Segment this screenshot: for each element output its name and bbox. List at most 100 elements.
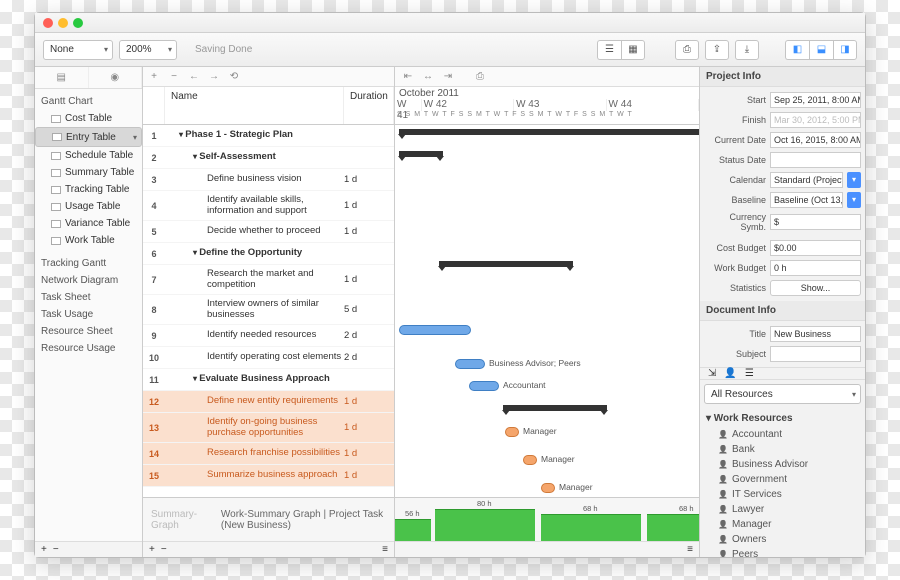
bar-task8[interactable] (399, 325, 471, 335)
sidebar-table-7[interactable]: Work Table (35, 232, 142, 249)
baseline-picker[interactable]: ▾ (847, 192, 861, 208)
task-row-10[interactable]: 10Identify operating cost elements2 d (143, 347, 394, 369)
title-field[interactable]: New Business (770, 326, 861, 342)
resource-8[interactable]: Peers (700, 547, 865, 557)
resource-filter-select[interactable]: All Resources (704, 384, 861, 404)
task-row-11[interactable]: 11Evaluate Business Approach (143, 369, 394, 391)
remove-view-button[interactable]: − (53, 544, 59, 555)
calendar-picker[interactable]: ▾ (847, 172, 861, 188)
goto-start-button[interactable]: ⇤ (401, 71, 415, 82)
task-row-8[interactable]: 8Interview owners of similar businesses5… (143, 295, 394, 325)
task-row-13[interactable]: 13Identify on-going business purchase op… (143, 413, 394, 443)
bottom-panel-toggle[interactable]: ⬓ (809, 40, 833, 60)
gantt-menu-button[interactable]: ≡ (687, 544, 693, 555)
resource-1[interactable]: Bank (700, 442, 865, 457)
sidebar-table-5[interactable]: Usage Table (35, 198, 142, 215)
bar-task9[interactable] (455, 359, 485, 369)
goto-today-button[interactable]: ↔ (421, 71, 435, 82)
bar-task10[interactable] (469, 381, 499, 391)
inspector-tab-2[interactable]: 👤 (724, 368, 736, 379)
export-button[interactable]: ⤓ (735, 40, 759, 60)
zoom-icon[interactable] (73, 18, 83, 28)
remove-task-button[interactable]: − (167, 71, 181, 82)
sidebar-table-4[interactable]: Tracking Table (35, 181, 142, 198)
sidebar-view-3[interactable]: Task Usage (35, 306, 142, 323)
inspector-tab-3[interactable]: ☰ (745, 368, 754, 379)
baseline-field[interactable]: Baseline (Oct 13, 20... (770, 192, 843, 208)
subject-field[interactable] (770, 346, 861, 362)
col-duration[interactable]: Duration (344, 87, 394, 124)
print-button[interactable]: ⎙ (675, 40, 699, 60)
share-button[interactable]: ⇪ (705, 40, 729, 60)
grid-remove-button[interactable]: − (161, 544, 167, 555)
task-row-15[interactable]: 15Summarize business approach1 d (143, 465, 394, 487)
resource-7[interactable]: Owners (700, 532, 865, 547)
bar-self-assessment[interactable] (399, 151, 443, 157)
bar-phase1[interactable] (399, 129, 699, 135)
outdent-button[interactable]: ← (187, 71, 201, 82)
close-icon[interactable] (43, 18, 53, 28)
summary-bar-label-0: 56 h (405, 509, 420, 518)
task-row-7[interactable]: 7Research the market and competition1 d (143, 265, 394, 295)
bar-task14[interactable] (541, 483, 555, 493)
bar-task12[interactable] (505, 427, 519, 437)
task-row-9[interactable]: 9Identify needed resources2 d (143, 325, 394, 347)
col-name[interactable]: Name (165, 87, 344, 124)
resource-6[interactable]: Manager (700, 517, 865, 532)
resource-5[interactable]: Lawyer (700, 502, 865, 517)
sidebar-view-2[interactable]: Task Sheet (35, 289, 142, 306)
task-row-5[interactable]: 5Decide whether to proceed1 d (143, 221, 394, 243)
task-row-6[interactable]: 6Define the Opportunity (143, 243, 394, 265)
task-row-1[interactable]: 1Phase 1 - Strategic Plan (143, 125, 394, 147)
left-panel-toggle[interactable]: ◧ (785, 40, 809, 60)
sidebar-table-6[interactable]: Variance Table (35, 215, 142, 232)
calendar-view-button[interactable]: ▦ (621, 40, 645, 60)
grid-menu-button[interactable]: ≡ (382, 544, 388, 555)
task-row-3[interactable]: 3Define business vision1 d (143, 169, 394, 191)
task-row-14[interactable]: 14Research franchise possibilities1 d (143, 443, 394, 465)
right-panel-toggle[interactable]: ◨ (833, 40, 857, 60)
resource-3[interactable]: Government (700, 472, 865, 487)
sidebar-table-0[interactable]: Cost Table (35, 110, 142, 127)
resource-4[interactable]: IT Services (700, 487, 865, 502)
current-date-field[interactable]: Oct 16, 2015, 8:00 AM (770, 132, 861, 148)
currency-field[interactable]: $ (770, 214, 861, 230)
task-row-12[interactable]: 12Define new entity requirements1 d (143, 391, 394, 413)
sidebar-table-1[interactable]: Entry Table (35, 127, 142, 147)
task-row-4[interactable]: 4Identify available skills, information … (143, 191, 394, 221)
resources-header[interactable]: ▾ Work Resources (700, 410, 865, 427)
list-view-button[interactable]: ☰ (597, 40, 621, 60)
calendar-field[interactable]: Standard (Project-C... (770, 172, 843, 188)
sidebar-table-3[interactable]: Summary Table (35, 164, 142, 181)
inspector-tab-1[interactable]: ⇲ (708, 368, 716, 379)
goto-end-button[interactable]: ⇥ (441, 71, 455, 82)
resource-2[interactable]: Business Advisor (700, 457, 865, 472)
statistics-button[interactable]: Show... (770, 280, 861, 296)
add-view-button[interactable]: + (41, 544, 47, 555)
task-row-2[interactable]: 2Self-Assessment (143, 147, 394, 169)
indent-button[interactable]: → (207, 71, 221, 82)
resource-0[interactable]: Accountant (700, 427, 865, 442)
work-budget-field[interactable]: 0 h (770, 260, 861, 276)
sidebar-view-5[interactable]: Resource Usage (35, 340, 142, 357)
nav-tab-views[interactable]: ▤ (35, 67, 89, 88)
sidebar-view-1[interactable]: Network Diagram (35, 272, 142, 289)
bar-task13[interactable] (523, 455, 537, 465)
zoom-select[interactable]: 200% (119, 40, 177, 60)
sidebar-view-4[interactable]: Resource Sheet (35, 323, 142, 340)
minimize-icon[interactable] (58, 18, 68, 28)
bar-evaluate[interactable] (503, 405, 607, 411)
link-tasks-button[interactable]: ⟲ (227, 71, 241, 82)
view-select[interactable]: None (43, 40, 113, 60)
bar-opportunity[interactable] (439, 261, 573, 267)
sidebar-table-2[interactable]: Schedule Table (35, 147, 142, 164)
status-date-field[interactable] (770, 152, 861, 168)
start-field[interactable]: Sep 25, 2011, 8:00 AM (770, 92, 861, 108)
add-task-button[interactable]: + (147, 71, 161, 82)
nav-tab-filter[interactable]: ◉ (89, 67, 143, 88)
sidebar-view-0[interactable]: Tracking Gantt (35, 255, 142, 272)
gantt-print-button[interactable]: ⎙ (473, 71, 487, 82)
gantt-canvas[interactable]: OwnersBusiness Advisor; PeersAccountantM… (395, 125, 699, 497)
cost-budget-field[interactable]: $0.00 (770, 240, 861, 256)
grid-add-button[interactable]: + (149, 544, 155, 555)
